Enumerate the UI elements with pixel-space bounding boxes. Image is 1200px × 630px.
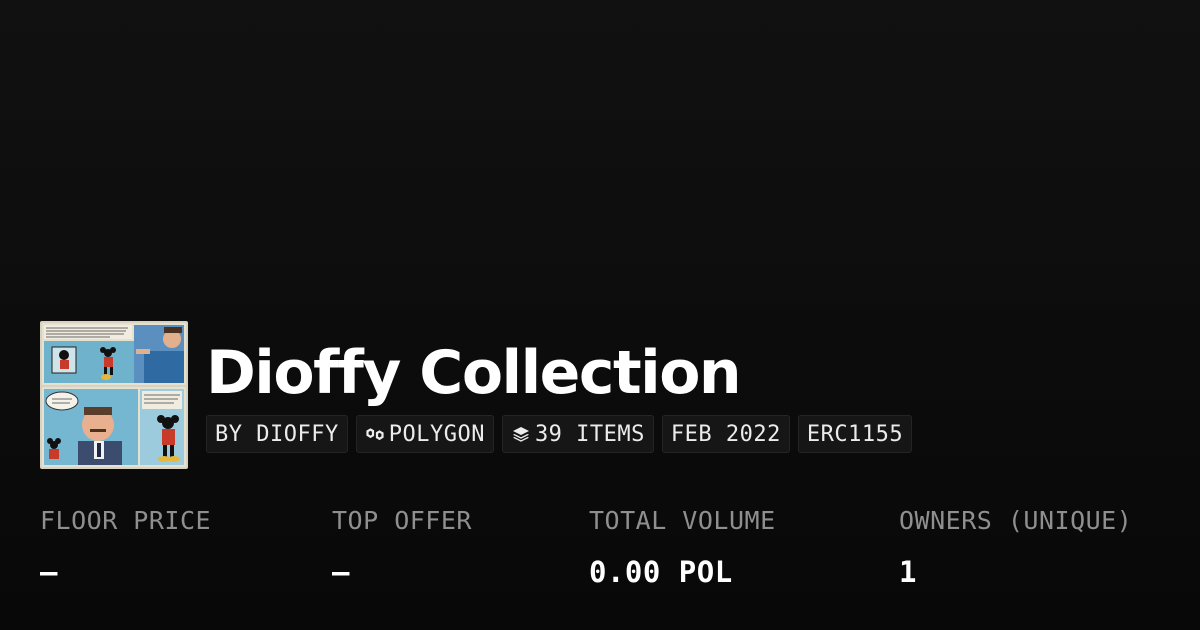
creator-label: BY DIOFFY (215, 421, 339, 447)
owners-value: 1 (899, 555, 917, 589)
collection-card: Dioffy Collection BY DIOFFY POLYGON 39 I… (0, 0, 1200, 630)
top-offer-stat: TOP OFFER — (332, 504, 472, 590)
collection-title: Dioffy Collection (206, 338, 742, 408)
collection-thumbnail[interactable] (40, 321, 188, 469)
chain-chip[interactable]: POLYGON (355, 415, 494, 453)
comic-strip-image (40, 321, 188, 469)
owners-label: OWNERS (UNIQUE) (899, 506, 1133, 535)
items-label: 39 ITEMS (534, 421, 645, 447)
standard-label: ERC1155 (806, 421, 904, 447)
top-offer-value: — (332, 555, 350, 589)
floor-price-label: FLOOR PRICE (40, 506, 212, 535)
layers-icon (511, 424, 531, 444)
top-offer-label: TOP OFFER (332, 506, 472, 535)
floor-price-stat: FLOOR PRICE — (40, 504, 211, 590)
creator-chip[interactable]: BY DIOFFY (206, 415, 348, 453)
chain-label: POLYGON (388, 421, 485, 447)
collection-info: Dioffy Collection BY DIOFFY POLYGON 39 I… (206, 321, 913, 453)
polygon-link-icon (365, 424, 385, 444)
standard-chip: ERC1155 (797, 415, 913, 453)
date-chip: FEB 2022 (661, 415, 790, 453)
floor-price-value: — (40, 555, 58, 589)
date-label: FEB 2022 (670, 421, 781, 447)
total-volume-value: 0.00 POL (589, 555, 733, 589)
owners-stat: OWNERS (UNIQUE) 1 (899, 504, 1132, 590)
collection-header: Dioffy Collection BY DIOFFY POLYGON 39 I… (40, 321, 913, 469)
items-chip[interactable]: 39 ITEMS (501, 415, 654, 453)
collection-chips: BY DIOFFY POLYGON 39 ITEMS FEB 2022 ERC1… (206, 415, 913, 453)
total-volume-stat: TOTAL VOLUME 0.00 POL (589, 504, 776, 590)
total-volume-label: TOTAL VOLUME (589, 506, 776, 535)
